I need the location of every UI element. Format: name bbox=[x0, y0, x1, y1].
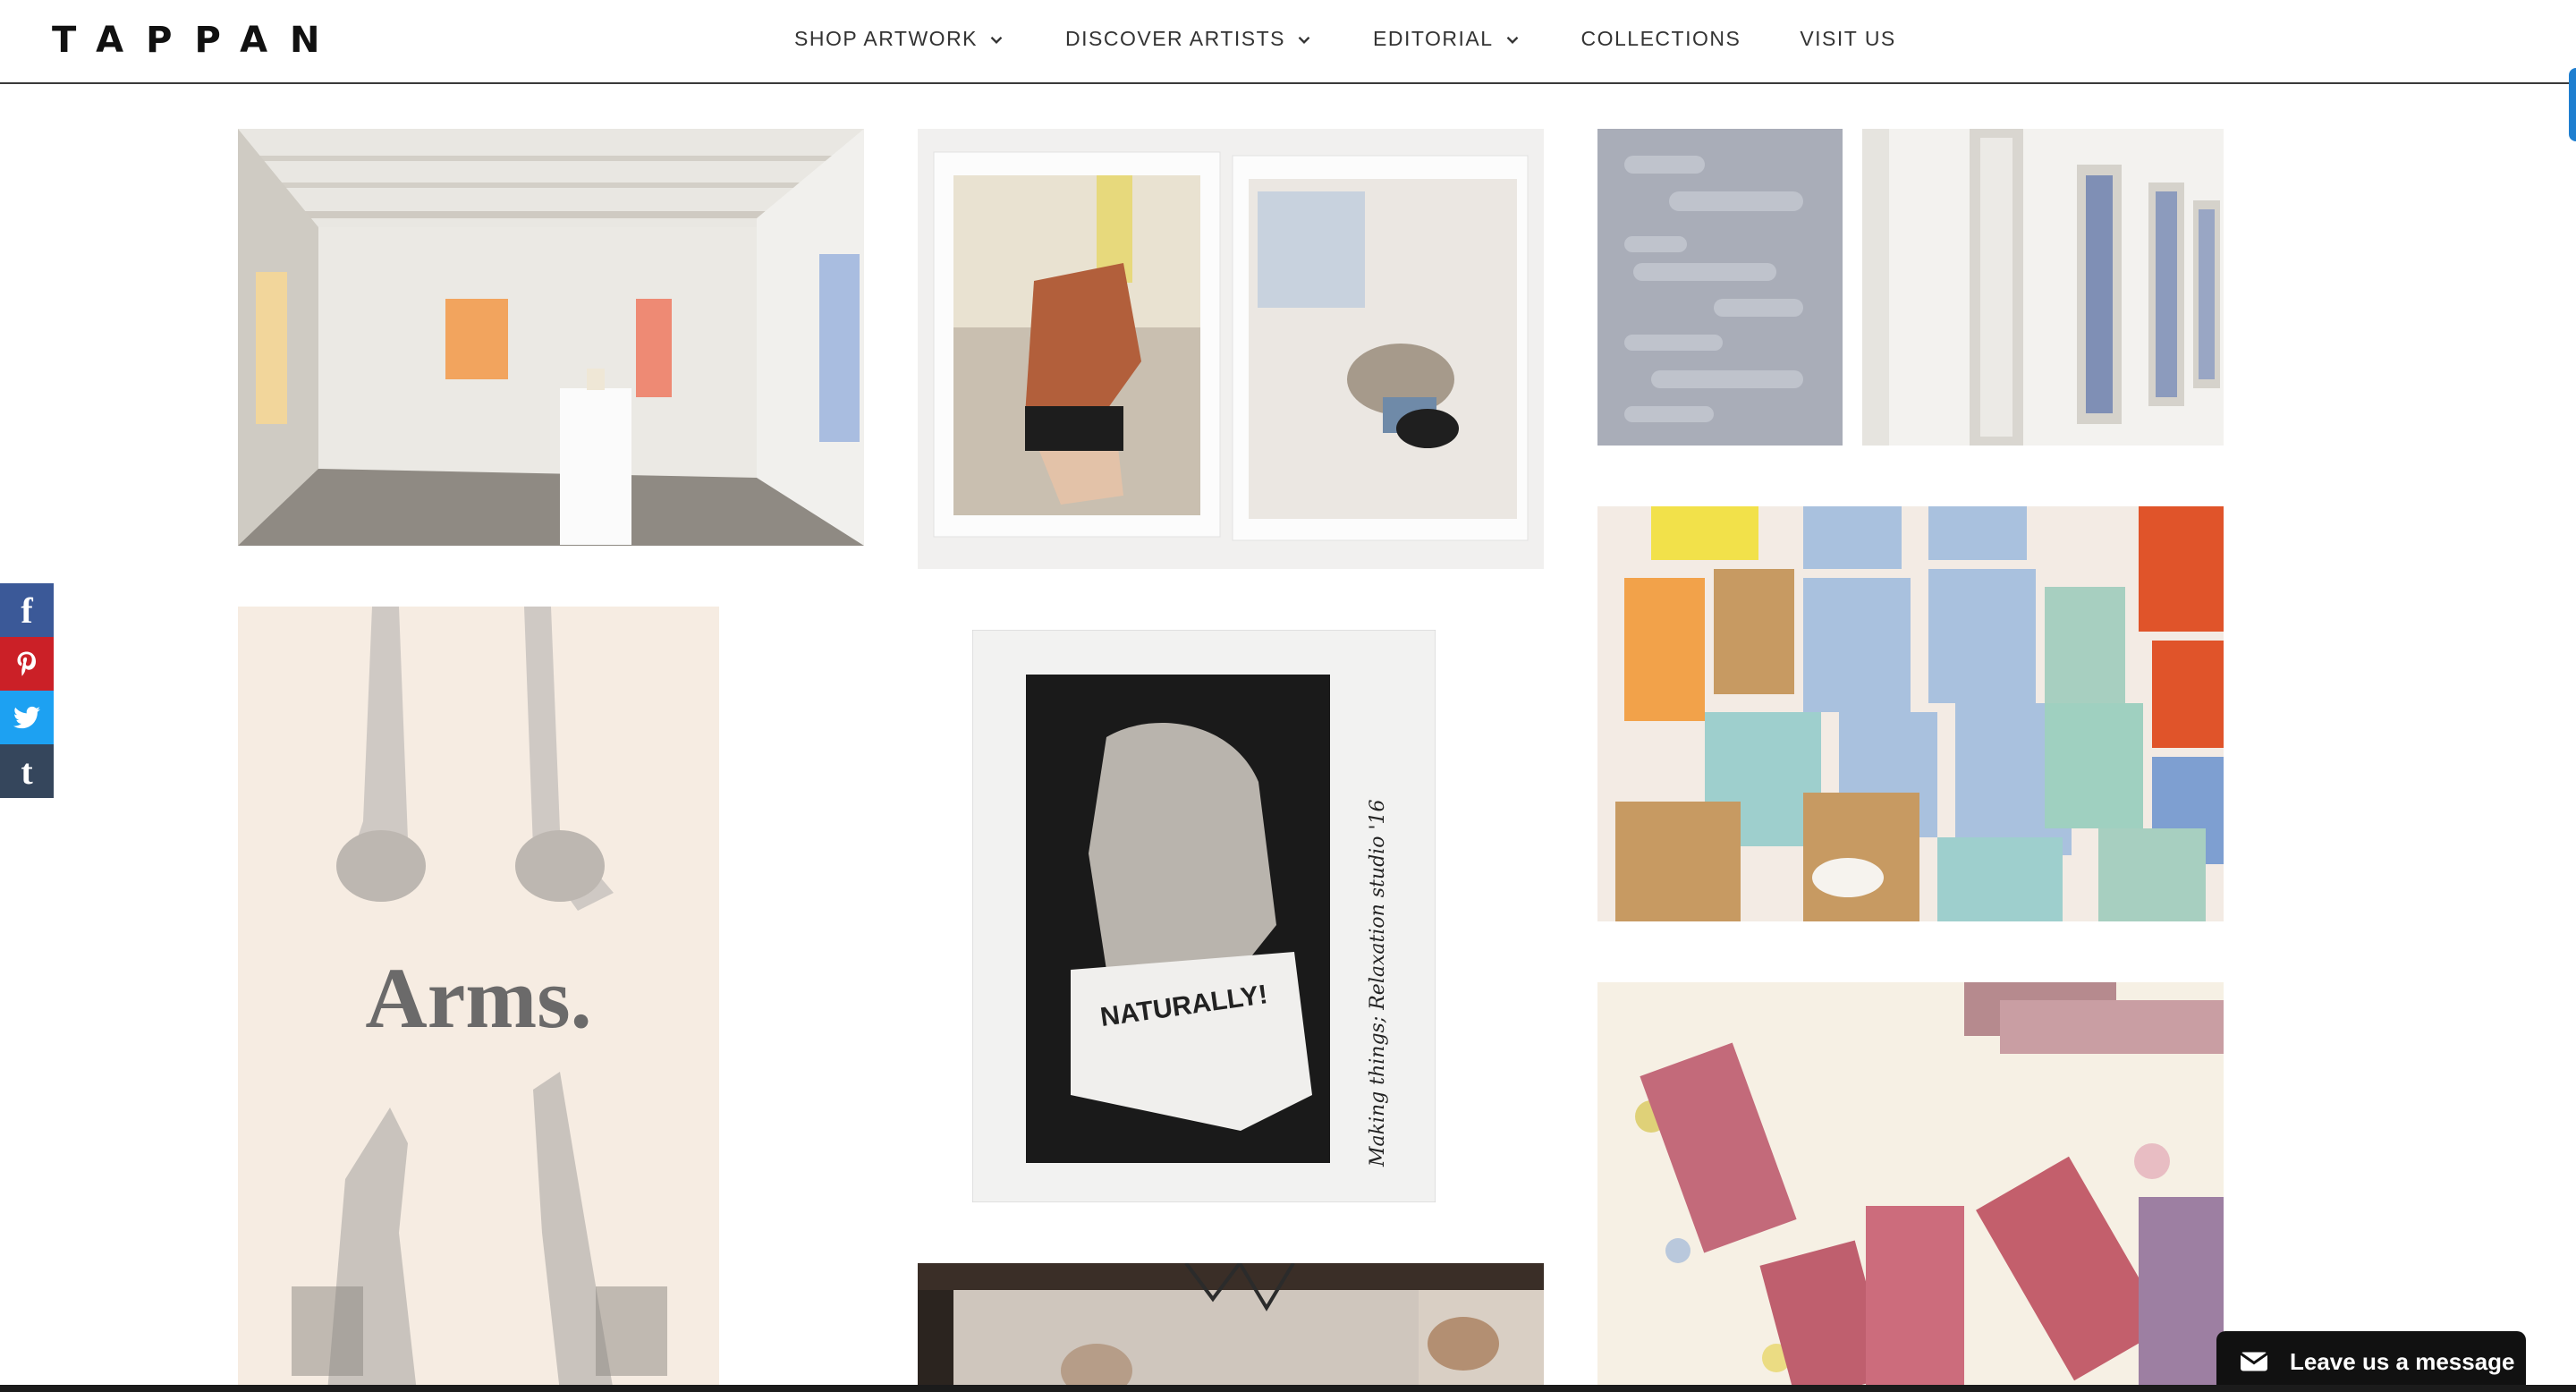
social-share-bar: f t bbox=[0, 583, 54, 798]
nav-shop-artwork[interactable]: SHOP ARTWORK bbox=[794, 27, 1006, 51]
bottom-edge-bar bbox=[0, 1385, 2576, 1392]
chevron-down-icon bbox=[1298, 36, 1310, 44]
studio-window-photo bbox=[918, 1263, 1544, 1392]
gallery-image-felt-panel[interactable] bbox=[1597, 129, 1843, 446]
framed-works-photo bbox=[1862, 129, 2224, 446]
naturally-photo: NATURALLY! Making things; Relaxation stu… bbox=[972, 630, 1436, 1202]
gallery-image-naturally-print[interactable]: NATURALLY! Making things; Relaxation stu… bbox=[972, 630, 1436, 1202]
tumblr-icon: t bbox=[21, 751, 33, 792]
nav-visit-us[interactable]: VISIT US bbox=[1800, 27, 1895, 51]
felt-panel-photo bbox=[1597, 129, 1843, 446]
twitter-share-button[interactable] bbox=[0, 691, 54, 744]
arms-poster-title: Arms. bbox=[365, 950, 591, 1046]
feedback-tab[interactable] bbox=[2569, 68, 2576, 141]
leave-message-chat-button[interactable]: Leave us a message bbox=[2216, 1331, 2526, 1392]
gallery-image-framed-works[interactable] bbox=[1862, 129, 2224, 446]
gallery-image-arms-poster[interactable]: Arms. bbox=[238, 607, 719, 1392]
main-nav: SHOP ARTWORK DISCOVER ARTISTS EDITORIAL … bbox=[794, 27, 1896, 51]
facebook-icon: f bbox=[21, 590, 33, 631]
nav-editorial[interactable]: EDITORIAL bbox=[1373, 27, 1522, 51]
polaroid-photos bbox=[918, 129, 1544, 569]
handwritten-caption: Making things; Relaxation studio '16 bbox=[1367, 800, 1389, 1168]
pinterest-share-button[interactable] bbox=[0, 637, 54, 691]
gallery-room-photo bbox=[238, 129, 864, 546]
chevron-down-icon bbox=[1506, 36, 1518, 44]
chat-label: Leave us a message bbox=[2290, 1347, 2515, 1375]
nav-label: COLLECTIONS bbox=[1580, 27, 1741, 50]
gallery-image-pink-papers[interactable] bbox=[1597, 982, 2224, 1392]
chevron-down-icon bbox=[990, 36, 1003, 44]
pink-papers-photo bbox=[1597, 982, 2224, 1392]
nav-label: EDITORIAL bbox=[1373, 27, 1494, 50]
site-header: TAPPAN SHOP ARTWORK DISCOVER ARTISTS EDI… bbox=[0, 0, 2576, 84]
pinterest-icon bbox=[17, 651, 37, 676]
paper-swatches-photo bbox=[1597, 506, 2224, 921]
gallery-image-paper-swatches[interactable] bbox=[1597, 506, 2224, 921]
nav-discover-artists[interactable]: DISCOVER ARTISTS bbox=[1065, 27, 1314, 51]
gallery-image-studio-window[interactable] bbox=[918, 1263, 1544, 1392]
nav-label: DISCOVER ARTISTS bbox=[1065, 27, 1285, 50]
site-logo[interactable]: TAPPAN bbox=[52, 20, 343, 61]
twitter-icon bbox=[13, 706, 40, 729]
gallery-image-exhibition-room[interactable] bbox=[238, 129, 864, 546]
gallery-image-polaroids[interactable] bbox=[918, 129, 1544, 569]
facebook-share-button[interactable]: f bbox=[0, 583, 54, 637]
nav-collections[interactable]: COLLECTIONS bbox=[1581, 27, 1741, 51]
nav-label: VISIT US bbox=[1800, 27, 1896, 50]
envelope-icon bbox=[2240, 1352, 2268, 1371]
arms-poster-image: Arms. bbox=[238, 607, 719, 1392]
nav-label: SHOP ARTWORK bbox=[794, 27, 979, 50]
tumblr-share-button[interactable]: t bbox=[0, 744, 54, 798]
